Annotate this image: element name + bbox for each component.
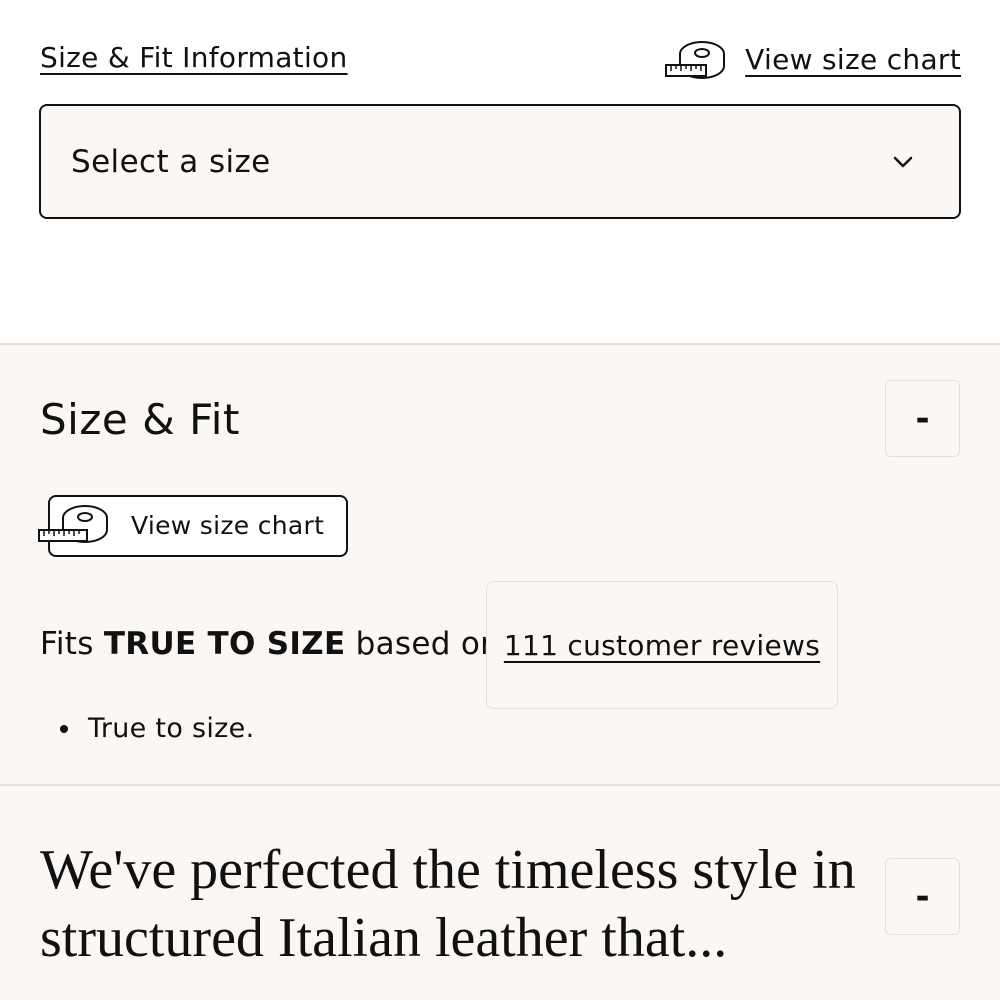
description-section: We've perfected the timeless style in st…: [0, 784, 1000, 1000]
chevron-down-icon: [893, 156, 913, 167]
measuring-tape-icon: [38, 505, 108, 543]
fit-value: TRUE TO SIZE: [103, 626, 346, 662]
size-fit-section: Size & Fit - View size chart Fits TRUE T…: [0, 343, 1000, 784]
measuring-tape-icon: [665, 41, 726, 79]
size-fit-collapse-button[interactable]: -: [885, 380, 960, 457]
fit-summary: Fits TRUE TO SIZE based on: [40, 623, 500, 665]
size-fit-information-link[interactable]: Size & Fit Information: [40, 40, 348, 76]
fit-notes-list: True to size.: [60, 711, 254, 747]
customer-reviews-label: 111 customer reviews: [503, 628, 821, 662]
list-item: True to size.: [60, 711, 254, 747]
fit-note-text: True to size.: [88, 713, 255, 744]
fit-prefix: Fits: [40, 626, 94, 662]
size-info-row: Size & Fit Information View size chart: [40, 40, 961, 80]
description-collapse-button[interactable]: -: [885, 858, 960, 935]
fit-suffix: based on: [355, 626, 501, 662]
size-select[interactable]: Select a size: [39, 104, 961, 219]
view-size-chart-link[interactable]: View size chart: [665, 40, 961, 80]
view-size-chart-button-label: View size chart: [131, 511, 325, 540]
size-fit-title: Size & Fit: [40, 395, 240, 444]
customer-reviews-link[interactable]: 111 customer reviews: [486, 581, 838, 709]
bullet-dot: [60, 725, 68, 733]
size-select-value: Select a size: [71, 143, 271, 180]
view-size-chart-label: View size chart: [745, 43, 961, 76]
product-description: We've perfected the timeless style in st…: [40, 839, 856, 969]
